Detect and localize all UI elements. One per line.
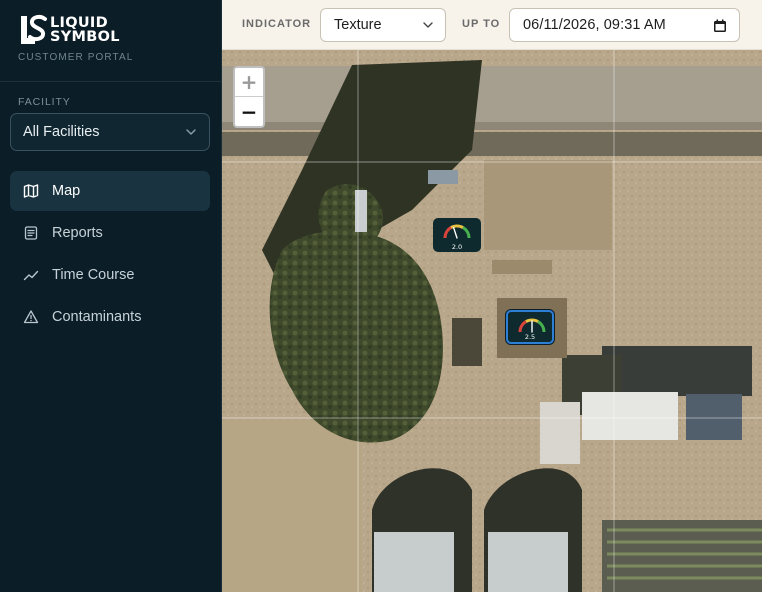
fence-line bbox=[222, 132, 762, 156]
calendar-icon[interactable] bbox=[713, 19, 727, 33]
tank bbox=[355, 190, 367, 232]
sidebar-item-reports[interactable]: Reports bbox=[10, 213, 210, 253]
sidebar: LIQUID SYMBOL CUSTOMER PORTAL FACILITY A… bbox=[0, 0, 222, 592]
chevron-down-icon bbox=[186, 129, 196, 135]
pad-shadow bbox=[452, 318, 482, 366]
greenhouse-right bbox=[488, 532, 568, 592]
facility-select-value: All Facilities bbox=[23, 124, 100, 140]
zoom-out-button[interactable]: − bbox=[235, 97, 263, 126]
gauge-value: 2.0 bbox=[451, 243, 463, 251]
building-dark bbox=[602, 346, 752, 396]
facility-label: FACILITY bbox=[18, 96, 71, 108]
yard bbox=[484, 160, 612, 250]
map-icon bbox=[23, 184, 39, 198]
up-to-label: UP TO bbox=[462, 18, 501, 30]
raised-bed bbox=[492, 260, 552, 274]
sidebar-item-contaminants[interactable]: Contaminants bbox=[10, 297, 210, 337]
small-building bbox=[540, 402, 580, 464]
liquid-symbol-logo-icon bbox=[21, 14, 47, 44]
shed bbox=[428, 170, 458, 184]
zoom-control: + − bbox=[233, 66, 265, 128]
facility-select[interactable]: All Facilities bbox=[10, 113, 210, 151]
sample-marker-selected[interactable]: 2.5 bbox=[506, 310, 554, 344]
indicator-select[interactable]: Texture bbox=[320, 8, 446, 42]
brand-name-line1: LIQUID bbox=[50, 15, 108, 31]
sidebar-item-label: Time Course bbox=[52, 267, 135, 283]
sample-marker[interactable]: 2.0 bbox=[433, 218, 481, 252]
reports-icon bbox=[24, 226, 38, 240]
gauge-icon bbox=[443, 224, 471, 239]
warehouse-roof bbox=[582, 392, 678, 440]
sidebar-item-map[interactable]: Map bbox=[10, 171, 210, 211]
date-time-value: 06/11/2026, 09:31 AM bbox=[523, 17, 666, 33]
date-time-input[interactable]: 06/11/2026, 09:31 AM bbox=[509, 8, 740, 42]
sidebar-item-label: Contaminants bbox=[52, 309, 142, 325]
brand[interactable]: LIQUID SYMBOL CUSTOMER PORTAL bbox=[18, 14, 208, 66]
map-view[interactable]: + − 2.0 2.5 bbox=[222, 50, 762, 592]
gauge-value: 2.5 bbox=[524, 333, 536, 341]
indicator-select-value: Texture bbox=[334, 17, 382, 33]
top-toolbar: INDICATOR Texture UP TO 06/11/2026, 09:3… bbox=[222, 0, 762, 50]
road-edge bbox=[222, 122, 762, 130]
chevron-down-icon bbox=[423, 22, 433, 28]
brand-name-line2: SYMBOL bbox=[50, 29, 120, 45]
trend-line-icon bbox=[23, 270, 39, 281]
aerial-imagery[interactable] bbox=[222, 50, 762, 592]
sidebar-item-label: Map bbox=[52, 183, 81, 199]
solar-shed bbox=[686, 394, 742, 440]
sidebar-nav: Map Reports Time Course Contaminants bbox=[10, 171, 210, 339]
indicator-label: INDICATOR bbox=[242, 18, 312, 30]
zoom-in-button[interactable]: + bbox=[235, 68, 263, 97]
sidebar-item-time-course[interactable]: Time Course bbox=[10, 255, 210, 295]
brand-tagline: CUSTOMER PORTAL bbox=[18, 52, 134, 63]
gauge-icon bbox=[518, 318, 546, 333]
sidebar-divider bbox=[0, 81, 221, 82]
road bbox=[222, 66, 762, 126]
dry-field bbox=[222, 420, 362, 592]
warning-triangle-icon bbox=[23, 310, 39, 324]
greenhouse-left bbox=[374, 532, 454, 592]
sidebar-item-label: Reports bbox=[52, 225, 103, 241]
brand-name: LIQUID SYMBOL bbox=[50, 15, 120, 45]
